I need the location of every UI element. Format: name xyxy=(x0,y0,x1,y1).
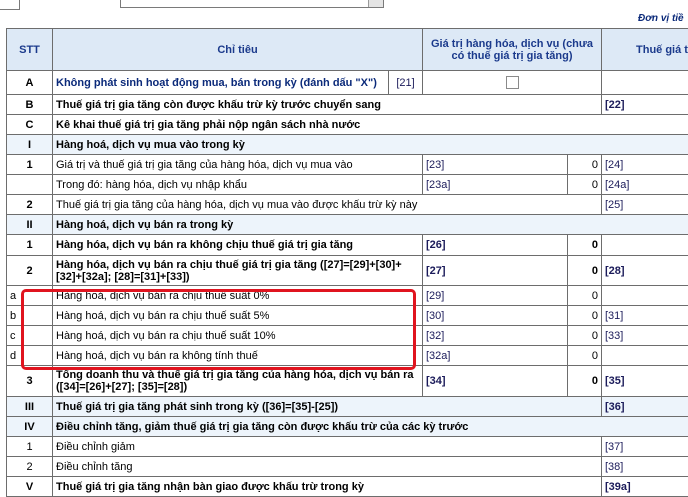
table-row: I Hàng hoá, dịch vụ mua vào trong kỳ xyxy=(7,135,688,155)
table-row: B Thuế giá trị gia tăng còn được khấu tr… xyxy=(7,95,688,115)
vat-declaration-table: STT Chỉ tiêu Giá trị hàng hóa, dịch vụ (… xyxy=(6,28,688,497)
value-29[interactable]: 0 xyxy=(568,286,602,306)
no-activity-checkbox[interactable] xyxy=(506,76,519,89)
header-thue: Thuế giá t xyxy=(602,29,688,71)
table-row: IV Điều chỉnh tăng, giảm thuế giá trị gi… xyxy=(7,417,688,437)
top-input-field[interactable] xyxy=(0,0,20,10)
table-row: Trong đó: hàng hóa, dịch vụ nhập khẩu [2… xyxy=(7,175,688,195)
table-row: V Thuế giá trị gia tăng nhận bàn giao đư… xyxy=(7,477,688,497)
table-header: STT Chỉ tiêu Giá trị hàng hóa, dịch vụ (… xyxy=(7,29,688,71)
value-30[interactable]: 0 xyxy=(568,306,602,326)
header-stt: STT xyxy=(7,29,53,71)
table-row: A Không phát sinh hoạt động mua, bán tro… xyxy=(7,71,688,95)
unit-label: Đơn vị tiề xyxy=(638,13,688,24)
top-toolbar xyxy=(0,0,688,14)
table-row: 3 Tổng doanh thu và thuế giá trị gia tăn… xyxy=(7,366,688,397)
value-32[interactable]: 0 xyxy=(568,326,602,346)
value-32a[interactable]: 0 xyxy=(568,346,602,366)
table-row: C Kê khai thuế giá trị gia tăng phải nộp… xyxy=(7,115,688,135)
table-row: 1 Giá trị và thuế giá trị gia tăng của h… xyxy=(7,155,688,175)
header-giatri: Giá trị hàng hóa, dịch vụ (chưa có thuế … xyxy=(423,29,602,71)
highlight-box xyxy=(21,289,416,370)
dropdown-arrow-icon[interactable] xyxy=(368,0,383,7)
value-23[interactable]: 0 xyxy=(568,155,602,175)
table-row: 2 Hàng hóa, dịch vụ bán ra chịu thuế giá… xyxy=(7,256,688,286)
table-row: III Thuế giá trị gia tăng phát sinh tron… xyxy=(7,397,688,417)
value-26[interactable]: 0 xyxy=(568,235,602,256)
table-row: 1 Hàng hóa, dịch vụ bán ra không chịu th… xyxy=(7,235,688,256)
header-chitieu: Chỉ tiêu xyxy=(53,29,423,71)
value-23a[interactable]: 0 xyxy=(568,175,602,195)
table-row: 2 Điều chỉnh tăng [38] xyxy=(7,457,688,477)
table-row: II Hàng hoá, dịch vụ bán ra trong kỳ xyxy=(7,215,688,235)
value-27[interactable]: 0 xyxy=(568,256,602,286)
table-row: 2 Thuế giá trị gia tăng của hàng hóa, dị… xyxy=(7,195,688,215)
value-34[interactable]: 0 xyxy=(568,366,602,397)
period-select[interactable] xyxy=(120,0,384,8)
table-row: 1 Điều chỉnh giảm [37] xyxy=(7,437,688,457)
